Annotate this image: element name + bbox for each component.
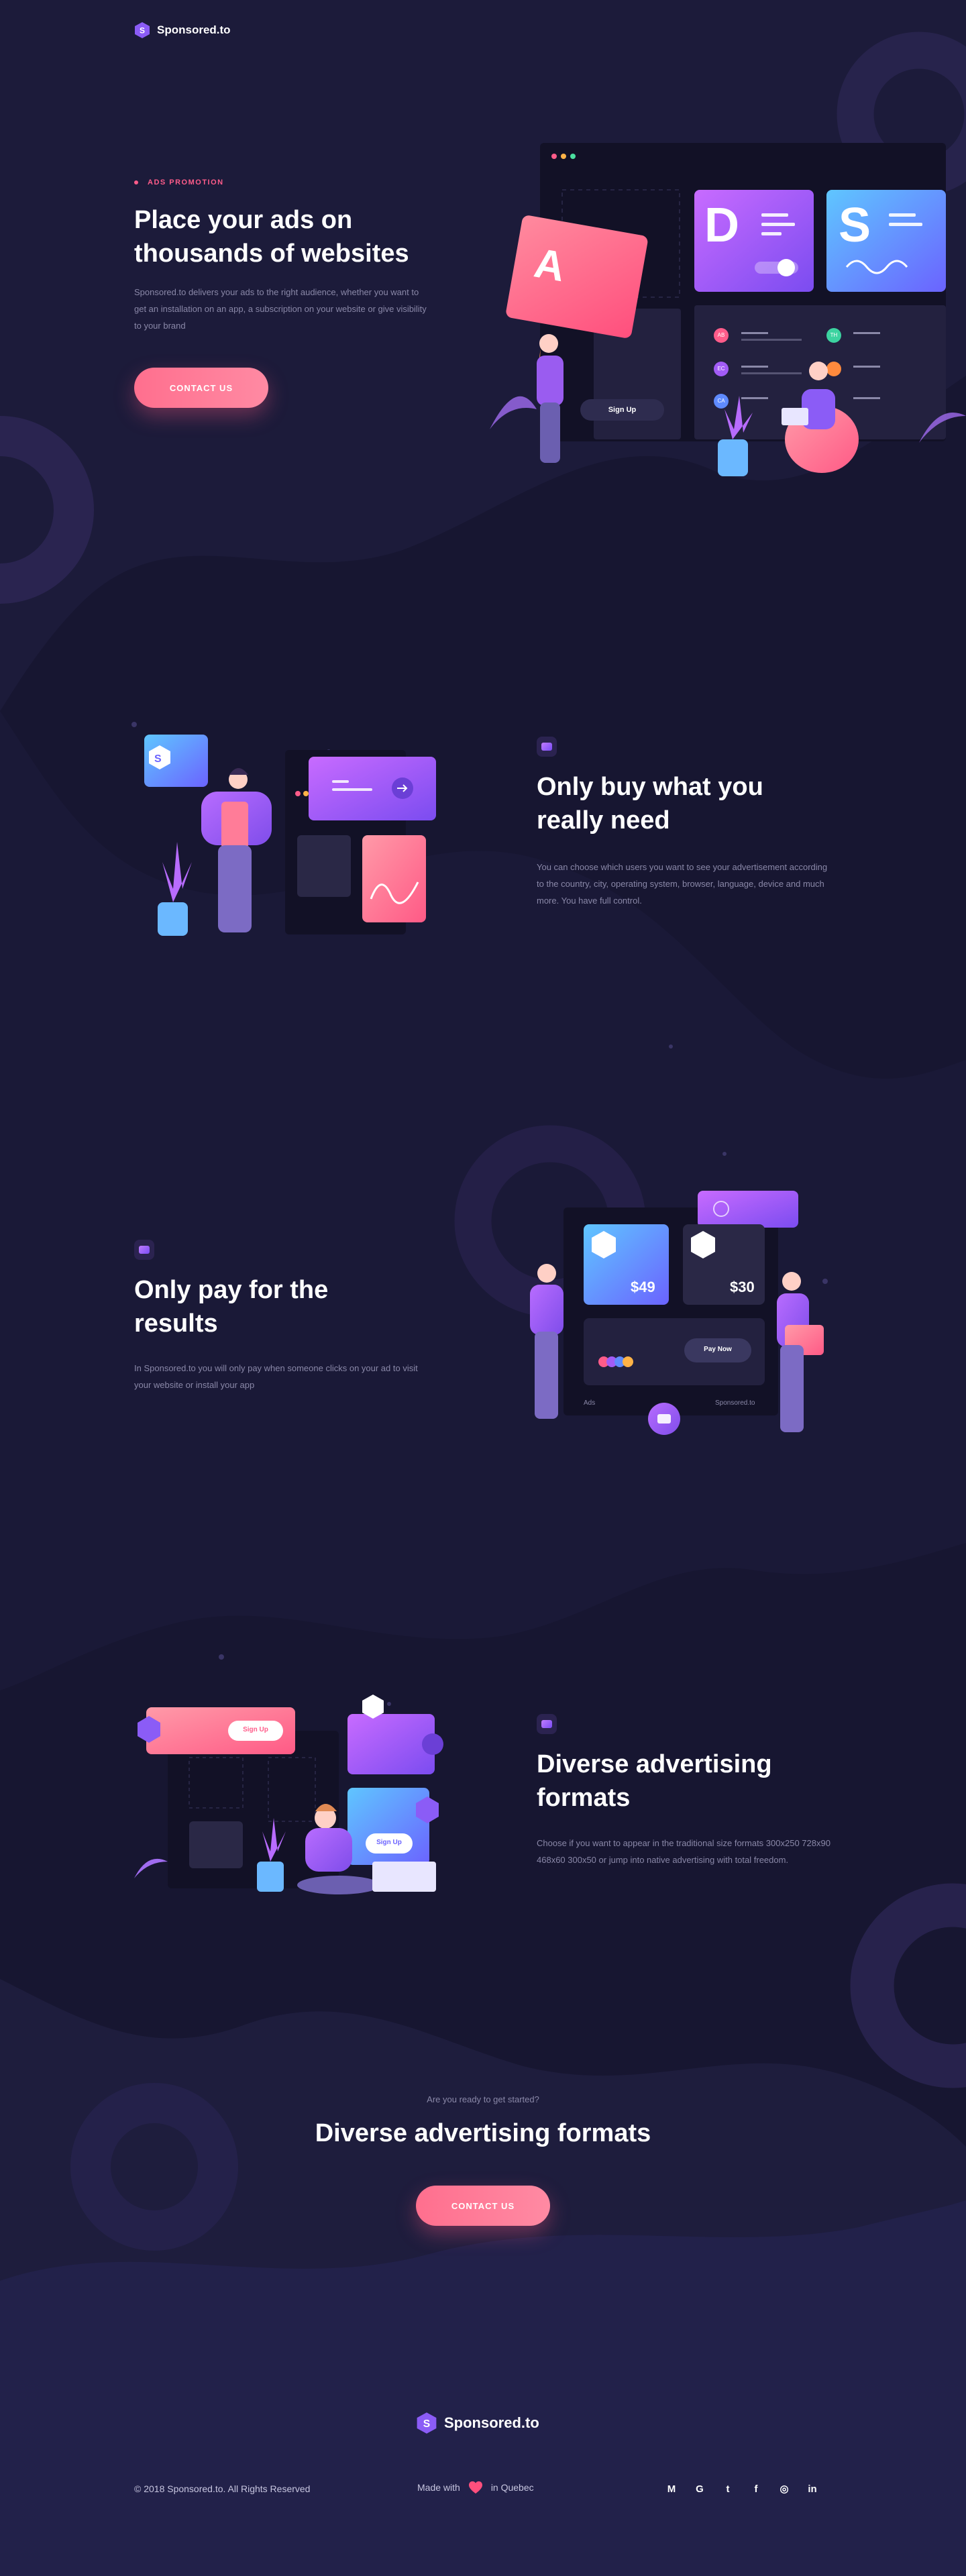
twitter-icon[interactable]: t	[720, 2481, 735, 2496]
made-with-text: Made with	[417, 2482, 460, 2493]
illustration-signup-pill-2: Sign Up	[376, 1839, 402, 1846]
avatar-th: TH	[830, 332, 838, 338]
feature2-title: Only pay for the results	[134, 1276, 329, 1338]
hero-signup-button: Sign Up	[608, 406, 637, 414]
medium-icon[interactable]: M	[664, 2481, 679, 2496]
svg-text:S: S	[140, 26, 145, 36]
cta-contact-button[interactable]: CONTACT US	[416, 2186, 550, 2226]
feature3-title: Diverse advertising formats	[537, 1750, 772, 1812]
google-icon[interactable]: G	[692, 2481, 707, 2496]
feature3-illustration	[134, 1695, 443, 1894]
pay-now-button: Pay Now	[704, 1346, 732, 1353]
hero-title: Place your ads on thousands of websites	[134, 206, 409, 268]
footer-copyright: © 2018 Sponsored.to. All Rights Reserved	[134, 2483, 311, 2494]
avatar-ca: CA	[717, 398, 725, 404]
feature3-description: Choose if you want to appear in the trad…	[537, 1838, 830, 1865]
avatar-ec: EC	[717, 366, 725, 372]
footer-brand-name: Sponsored.to	[444, 2414, 539, 2431]
footer-logo[interactable]: S Sponsored.to	[416, 2412, 539, 2434]
brand-name: Sponsored.to	[157, 23, 231, 36]
svg-text:S: S	[154, 753, 162, 765]
cta-kicker: Are you ready to get started?	[427, 2094, 539, 2104]
footer-made-with: Made with in Quebec	[417, 2481, 534, 2494]
ads-icon	[537, 737, 557, 757]
svg-text:S: S	[423, 2418, 430, 2430]
hero-eyebrow: ADS PROMOTION	[134, 178, 224, 186]
price-tag-49: $49	[631, 1279, 655, 1295]
linkedin-icon[interactable]: in	[805, 2481, 820, 2496]
price-tag-30: $30	[730, 1279, 755, 1295]
eyebrow-dot	[134, 180, 138, 184]
illustration-ads-label: Ads	[584, 1399, 596, 1407]
illustration-signup-pill: Sign Up	[243, 1726, 268, 1733]
eyebrow-text: ADS PROMOTION	[148, 178, 224, 186]
hero-contact-button[interactable]: CONTACT US	[134, 368, 268, 408]
hero-description: Sponsored.to delivers your ads to the ri…	[134, 287, 427, 331]
hero-illustration	[490, 143, 966, 476]
heart-icon	[468, 2481, 482, 2494]
logo-hex-icon: S	[135, 22, 150, 38]
illustration-brand-label: Sponsored.to	[715, 1399, 755, 1407]
tile-d-letter: D	[704, 199, 739, 252]
footer-logo-hex-icon: S	[417, 2412, 437, 2434]
tile-s-letter: S	[839, 199, 871, 252]
feature1-description: You can choose which users you want to s…	[537, 862, 828, 906]
avatar-ab: AB	[717, 332, 725, 338]
card-icon	[134, 1240, 154, 1260]
facebook-icon[interactable]: f	[749, 2481, 763, 2496]
header-logo[interactable]: S Sponsored.to	[134, 21, 231, 39]
instagram-icon[interactable]: ◎	[777, 2481, 792, 2496]
cta-title: Diverse advertising formats	[315, 2119, 651, 2147]
feature1-title: Only buy what you really need	[537, 773, 763, 835]
social-links: M G t f ◎ in	[664, 2481, 820, 2496]
location-text: in Quebec	[490, 2482, 534, 2493]
feature2-description: In Sponsored.to you will only pay when s…	[134, 1363, 418, 1390]
grid-icon	[537, 1714, 557, 1734]
